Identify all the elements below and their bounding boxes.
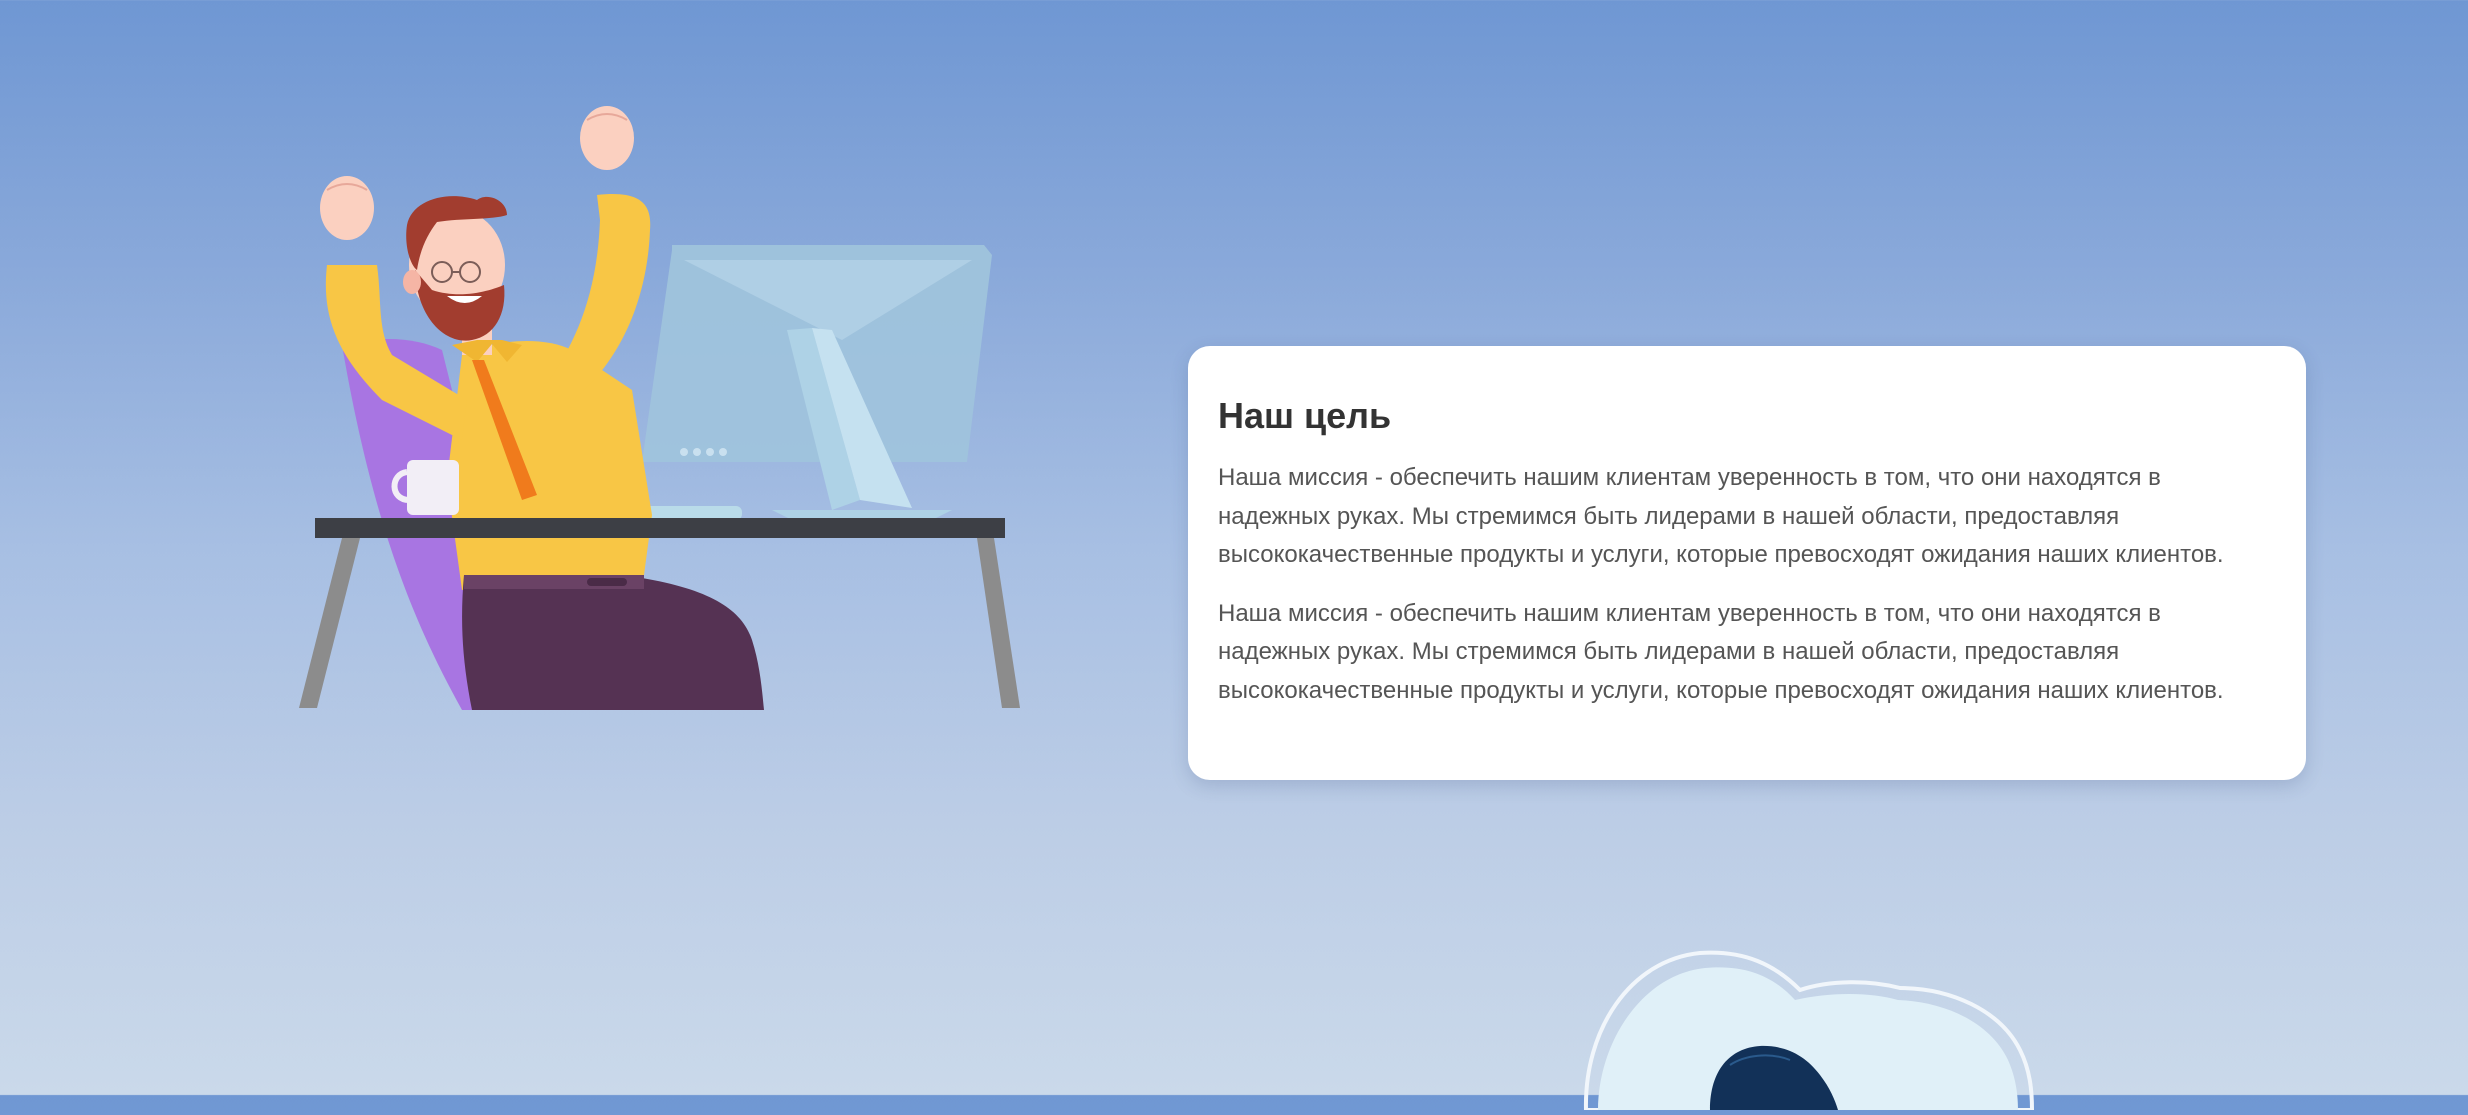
left-fist (320, 176, 374, 240)
head (403, 196, 507, 341)
pants (462, 575, 764, 710)
monitor-icon (642, 245, 992, 520)
mission-paragraph-2: Наша миссия - обеспечить нашим клиентам … (1218, 599, 2224, 704)
mission-paragraph-1: Наша миссия - обеспечить нашим клиентам … (1218, 464, 2224, 569)
right-fist (580, 106, 634, 170)
mission-title: Наш цель (1218, 395, 1392, 436)
bottom-cloud-illustration (1580, 950, 2120, 1112)
mission-card: Наш цель Наша миссия - обеспечить нашим … (1188, 346, 2306, 780)
shirt (447, 340, 652, 590)
celebrating-man-illustration (232, 100, 1052, 715)
desk-top (315, 518, 1005, 538)
